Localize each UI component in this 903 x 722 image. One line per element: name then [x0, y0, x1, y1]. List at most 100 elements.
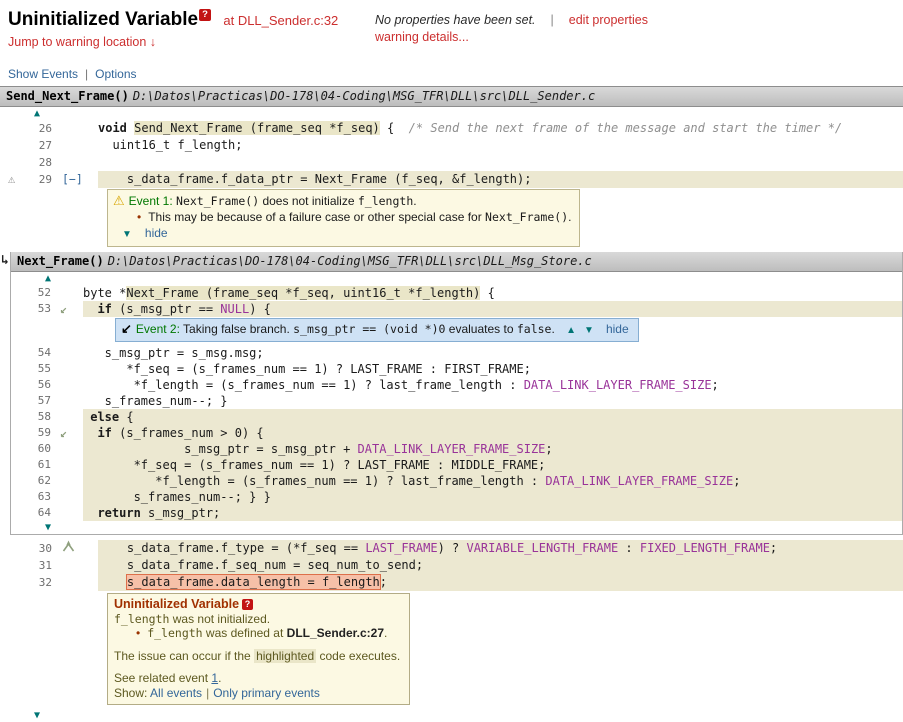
code-evt: Event 1:	[129, 194, 173, 208]
hide-event-link[interactable]: hide	[145, 226, 168, 240]
code-mono: f_length	[147, 626, 202, 640]
warning-box-title: Uninitialized Variable?	[114, 597, 400, 612]
file-path-sender: D:\Datos\Practicas\DO-178\04-Coding\MSG_…	[133, 89, 595, 103]
line-number[interactable]: 30	[26, 540, 52, 557]
header-separator: |	[551, 13, 554, 27]
line-number[interactable]: 62	[11, 473, 51, 489]
scroll-down-arrow-sender[interactable]: ▼	[0, 709, 903, 722]
code-hltok: highlighted	[254, 649, 316, 663]
line-number[interactable]: 63	[11, 489, 51, 505]
line-number[interactable]: 26	[26, 120, 52, 137]
scroll-up-arrow-store[interactable]: ▲	[11, 272, 902, 285]
code-text: ) {	[249, 302, 271, 316]
hide-event-link[interactable]: hide	[606, 322, 629, 336]
line-number[interactable]: 32	[26, 574, 52, 591]
code-text: *f_seq = (s_frames_num == 1) ? LAST_FRAM…	[83, 362, 531, 376]
gutter-spacer	[0, 574, 26, 591]
line-number[interactable]: 55	[11, 361, 51, 377]
code-block-sender-top: 26 void Send_Next_Frame (frame_seq *f_seq…	[0, 120, 903, 252]
code-text: byte *	[83, 286, 126, 300]
edit-properties-link[interactable]: edit properties	[569, 13, 648, 27]
line-number[interactable]: 31	[26, 557, 52, 574]
branch-arrow-icon: ↙	[121, 321, 132, 336]
code-text-cell: uint16_t f_length;	[98, 137, 903, 154]
code-line-63: 63 s_frames_num--; } }	[11, 489, 902, 505]
line-number[interactable]: 58	[11, 409, 51, 425]
file-path-store: D:\Datos\Practicas\DO-178\04-Coding\MSG_…	[108, 254, 592, 268]
code-text-cell: void Send_Next_Frame (frame_seq *f_seq) …	[98, 120, 903, 137]
help-badge-icon[interactable]: ?	[199, 9, 211, 21]
file-bar-store: Next_Frame() D:\Datos\Practicas\DO-178\04…	[11, 252, 902, 272]
code-text: Show:	[114, 686, 150, 700]
scroll-down-arrow-store[interactable]: ▼	[11, 521, 902, 534]
warning-header: Uninitialized Variable? at DLL_Sender.c:…	[0, 0, 903, 51]
code-k: if	[97, 302, 111, 316]
code-text-cell: *f_length = (s_frames_num == 1) ? last_f…	[83, 377, 902, 393]
line-number[interactable]: 29	[26, 171, 52, 188]
code-line-60: 60 s_msg_ptr = s_msg_ptr + DATA_LINK_LAY…	[11, 441, 902, 457]
line-number[interactable]: 52	[11, 285, 51, 301]
function-name-sender[interactable]: Send_Next_Frame()	[6, 89, 129, 103]
warning-location: at DLL_Sender.c:32	[223, 13, 338, 28]
code-text: ;	[733, 474, 740, 488]
code-text: {	[480, 286, 494, 300]
warning-box-line: The issue can occur if the highlighted c…	[114, 649, 400, 664]
title-line: Uninitialized Variable? at DLL_Sender.c:…	[8, 9, 375, 31]
code-line-61: 61 *f_seq = (s_frames_num == 1) ? LAST_F…	[11, 457, 902, 473]
code-text	[83, 426, 97, 440]
event-nav-arrow-icon[interactable]: ▼	[122, 229, 132, 240]
code-text: s_data_frame.f_seq_num = seq_num_to_send…	[98, 558, 423, 572]
code-text: s_msg_ptr = s_msg_ptr +	[83, 442, 358, 456]
code-text: *f_seq = (s_frames_num == 1) ? LAST_FRAM…	[83, 458, 545, 472]
code-line-30: 30 s_data_frame.f_type = (*f_seq == LAST…	[0, 540, 903, 557]
function-name-store[interactable]: Next_Frame()	[17, 254, 104, 268]
scroll-up-arrow-sender[interactable]: ▲	[0, 107, 903, 120]
gutter-spacer	[52, 137, 98, 154]
code-evt: Event 2:	[136, 322, 180, 336]
branch-arrow-icon[interactable]: ↙	[51, 301, 83, 317]
location-link[interactable]: DLL_Sender.c:32	[238, 13, 338, 28]
line-number[interactable]: 28	[26, 154, 52, 171]
help-badge-icon[interactable]: ?	[242, 599, 253, 610]
gutter-spacer	[51, 473, 83, 489]
gutter-spacer	[51, 505, 83, 521]
warning-details-link[interactable]: warning details...	[375, 30, 469, 44]
event-1-box: ⚠Event 1: Next_Frame() does not initiali…	[107, 189, 580, 247]
code-text: .	[568, 210, 571, 224]
code-link: All events	[150, 686, 202, 700]
code-m: DATA_LINK_LAYER_FRAME_SIZE	[545, 474, 733, 488]
warning-box-line: f_length was not initialized.	[114, 612, 400, 627]
line-number[interactable]: 59	[11, 425, 51, 441]
line-number[interactable]: 56	[11, 377, 51, 393]
event-nav-arrow-icon[interactable]: ▼	[584, 325, 594, 336]
bullet-icon: •	[136, 626, 140, 640]
source-view: Send_Next_Frame() D:\Datos\Practicas\DO-1…	[0, 86, 903, 722]
return-arrow-icon[interactable]	[52, 540, 98, 557]
line-number[interactable]: 54	[11, 345, 51, 361]
code-text: ) ?	[438, 541, 467, 555]
line-number[interactable]: 60	[11, 441, 51, 457]
line-number[interactable]: 64	[11, 505, 51, 521]
line-number[interactable]: 61	[11, 457, 51, 473]
code-tok: Send_Next_Frame (frame_seq *f_seq)	[134, 121, 380, 135]
show-events-link[interactable]: Show Events	[8, 67, 78, 81]
code-block-store: 52 byte *Next_Frame (frame_seq *f_seq, ui…	[11, 285, 902, 521]
line-number[interactable]: 27	[26, 137, 52, 154]
code-line-32: 32 s_data_frame.data_length = f_length;	[0, 574, 903, 591]
code-text	[83, 506, 97, 520]
options-link[interactable]: Options	[95, 67, 136, 81]
line-number[interactable]: 57	[11, 393, 51, 409]
event-nav-arrow-icon[interactable]: ▲	[566, 325, 576, 336]
event-1-footer: ▼ hide	[113, 225, 571, 243]
nav-separator: |	[85, 67, 88, 81]
line-number[interactable]: 53	[11, 301, 51, 317]
warning-triangle-icon[interactable]: ⚠	[0, 171, 26, 188]
collapse-control[interactable]: [−]	[52, 171, 98, 188]
code-b: DLL_Sender.c:27	[287, 626, 384, 640]
branch-arrow-icon[interactable]: ↙	[51, 425, 83, 441]
gutter-spacer	[0, 557, 26, 574]
jump-to-warning-link[interactable]: Jump to warning location ↓	[8, 35, 156, 49]
code-tok: Next_Frame (frame_seq *f_seq, uint16_t *…	[126, 286, 480, 300]
code-mono: Next_Frame()	[176, 194, 259, 208]
code-text: *f_length = (s_frames_num == 1) ? last_f…	[83, 378, 524, 392]
